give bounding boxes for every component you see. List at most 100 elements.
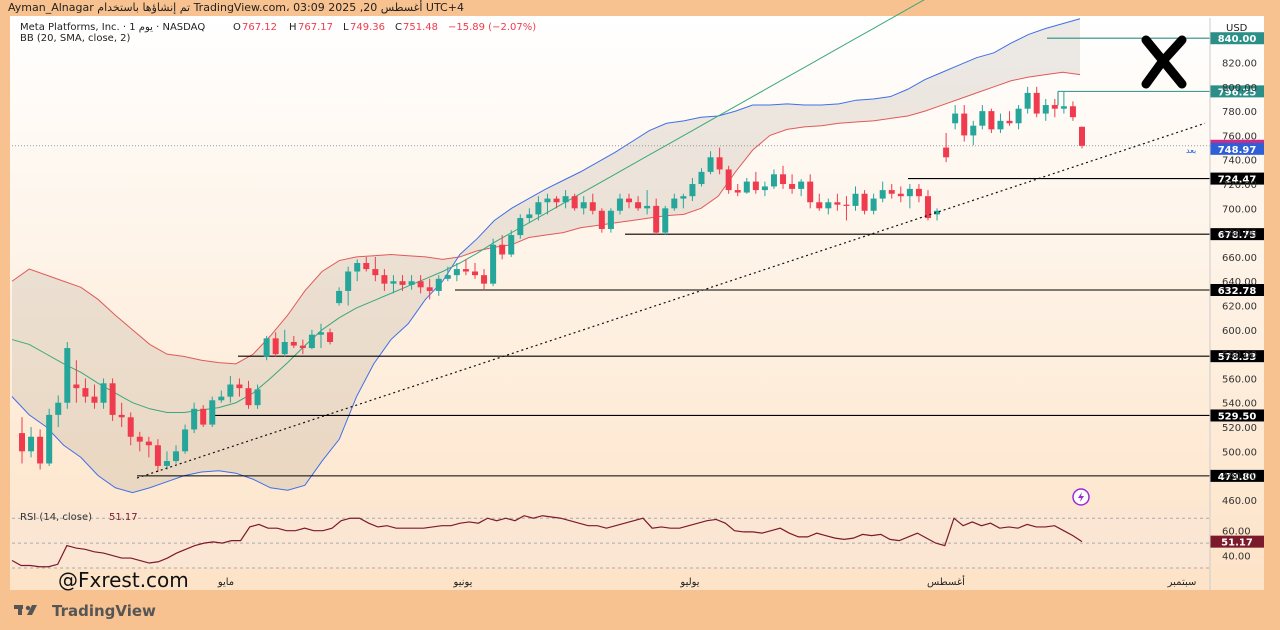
candle-body xyxy=(28,436,35,452)
candle-body xyxy=(317,332,324,335)
candle-body xyxy=(1033,92,1040,114)
candle-body xyxy=(200,408,207,425)
candle-body xyxy=(290,341,297,346)
legend-h-label: H xyxy=(289,22,297,33)
candle-body xyxy=(943,147,950,158)
candle-body xyxy=(1024,92,1031,109)
price-tick-label: 700.00 xyxy=(1222,204,1257,215)
candle-body xyxy=(852,193,859,206)
price-tick-label: 740.00 xyxy=(1222,156,1257,167)
price-tick-label: 460.00 xyxy=(1222,496,1257,507)
candle-body xyxy=(770,174,777,187)
candle-body xyxy=(662,208,669,233)
lightning-icon[interactable] xyxy=(1072,488,1090,506)
watermark-text: @Fxrest.com xyxy=(58,568,189,592)
candle-body xyxy=(607,210,614,229)
tradingview-brand: TradingView xyxy=(14,602,156,620)
candle-body xyxy=(725,169,732,191)
candle-body xyxy=(807,181,814,203)
candle xyxy=(109,378,116,421)
candle-body xyxy=(19,433,25,452)
price-tick-label: 540.00 xyxy=(1222,399,1257,410)
candle-body xyxy=(879,190,886,199)
price-tick-label: 820.00 xyxy=(1222,59,1257,70)
candle-body xyxy=(1006,120,1013,124)
candle-body xyxy=(55,402,62,415)
candle-body xyxy=(345,271,352,291)
candle-body xyxy=(1069,106,1076,118)
rsi-label: RSI (14, close) xyxy=(20,512,92,523)
legend-change: −15.89 (−2.07%) xyxy=(448,22,536,33)
candle-body xyxy=(671,198,678,209)
price-tick-label: 660.00 xyxy=(1222,253,1257,264)
candle-body xyxy=(680,196,687,199)
candle-body xyxy=(616,198,623,211)
candle-body xyxy=(544,198,551,203)
candle-body xyxy=(997,120,1004,130)
candle-body xyxy=(562,196,569,203)
candle-body xyxy=(354,263,361,272)
candle-body xyxy=(263,338,270,357)
candle-body xyxy=(1060,106,1067,109)
legend-c-label: C xyxy=(395,22,402,33)
tradingview-logo-icon xyxy=(14,605,37,615)
candle-body xyxy=(109,383,116,415)
candle-body xyxy=(100,383,107,403)
price-tick-label: 560.00 xyxy=(1222,374,1257,385)
candle-body xyxy=(254,389,261,406)
candle-body xyxy=(272,338,279,355)
candle-body xyxy=(970,125,977,136)
candle-body xyxy=(118,414,125,418)
candle-body xyxy=(236,384,243,389)
time-tick-label: أغسطس xyxy=(927,575,965,588)
legend-l-label: L xyxy=(343,22,349,33)
candle-body xyxy=(336,290,343,304)
candle xyxy=(490,238,497,287)
candle xyxy=(1079,126,1085,149)
candle xyxy=(46,408,53,466)
candle-body xyxy=(752,181,759,191)
candle-body xyxy=(191,408,198,430)
candle-body xyxy=(218,396,225,401)
candle-body xyxy=(743,181,750,193)
legend-h-value: 767.17 xyxy=(298,22,333,33)
candle-body xyxy=(798,181,805,189)
candle-body xyxy=(426,287,433,291)
time-tick-label: سبتمبر xyxy=(1167,577,1197,588)
candle-body xyxy=(73,384,80,389)
legend-indicator: BB (20, SMA, close, 2) xyxy=(20,33,131,44)
candle xyxy=(861,190,868,215)
candle-body xyxy=(308,334,315,349)
candle-body xyxy=(707,157,714,172)
legend-o-value: 767.12 xyxy=(242,22,277,33)
candle xyxy=(662,205,669,236)
legend-o-label: O xyxy=(233,22,241,33)
candle xyxy=(607,208,614,233)
candle-body xyxy=(843,204,850,206)
candle-body xyxy=(327,332,334,342)
candle-body xyxy=(761,186,768,191)
candle-body xyxy=(1015,108,1022,124)
candle-body xyxy=(381,275,388,284)
candle-body xyxy=(780,174,787,185)
candle-body xyxy=(173,451,180,462)
time-tick-label: يونيو xyxy=(453,577,473,588)
candle-body xyxy=(462,269,469,272)
candle-body xyxy=(209,400,216,425)
legend-c-value: 751.48 xyxy=(403,22,438,33)
candle-body xyxy=(906,188,913,197)
candle xyxy=(725,165,732,194)
price-tick-label: 480.00 xyxy=(1222,472,1257,483)
candle-body xyxy=(471,271,478,276)
candle-body xyxy=(888,190,895,194)
candle-body xyxy=(789,184,796,189)
candle-body xyxy=(698,171,705,185)
candle xyxy=(598,208,605,233)
candle-body xyxy=(417,281,424,288)
price-tick-label: 580.00 xyxy=(1222,350,1257,361)
countdown-label: بعد xyxy=(1186,146,1196,155)
candle-body xyxy=(435,278,442,291)
candle-body xyxy=(580,202,587,209)
legend-symbol: Meta Platforms, Inc. · يوم 1 · NASDAQ xyxy=(20,22,205,33)
candle-body xyxy=(571,196,578,209)
